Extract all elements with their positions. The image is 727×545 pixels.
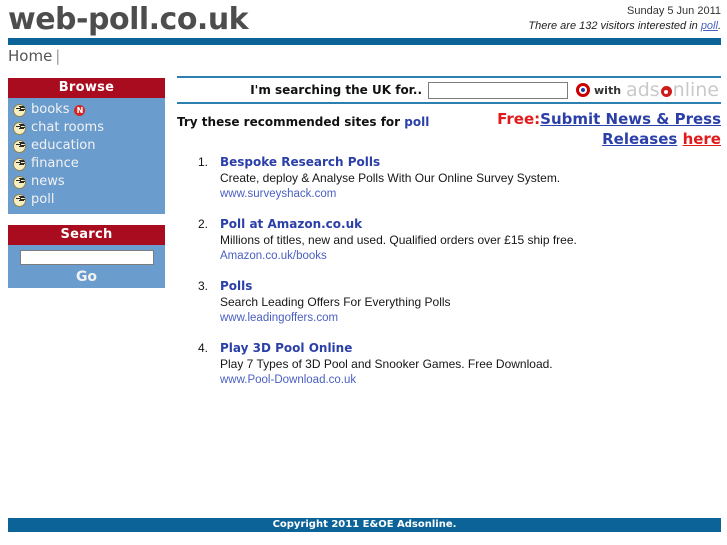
sidebar-item-finance[interactable]: finance xyxy=(8,155,165,173)
result-number: 4. xyxy=(198,341,209,355)
sidebar-item-news[interactable]: news xyxy=(8,173,165,191)
sidebar-item-label: poll xyxy=(31,192,55,207)
arrow-right-icon xyxy=(13,103,26,117)
result-description: Millions of titles, new and used. Qualif… xyxy=(220,233,577,247)
sidebar-search-input[interactable] xyxy=(19,250,154,265)
breadcrumb: Home | xyxy=(8,47,60,65)
sidebar-item-label: news xyxy=(31,174,65,189)
site-title: web-poll.co.uk xyxy=(8,2,249,37)
header-divider-bar xyxy=(8,38,721,45)
arrow-right-icon xyxy=(13,157,26,171)
promo-here-link[interactable]: here xyxy=(683,130,721,148)
promo-free-label: Free: xyxy=(497,110,541,128)
browse-panel-title: Browse xyxy=(8,78,165,98)
search-prompt-label: I'm searching the UK for.. xyxy=(250,83,423,97)
result-title-link[interactable]: Play 3D Pool Online xyxy=(220,341,721,355)
arrow-right-icon xyxy=(13,121,26,135)
search-panel: Search Go xyxy=(8,225,165,288)
brand-target-icon xyxy=(660,86,672,97)
result-url-link[interactable]: www.Pool-Download.co.uk xyxy=(220,373,721,387)
brand-text-part1: ads xyxy=(626,79,660,101)
brand-text-part2: nline xyxy=(672,79,719,101)
sidebar-item-label: chat rooms xyxy=(31,120,104,135)
new-badge-icon: N xyxy=(74,104,86,116)
promo-banner: Free:Submit News & Press Releases here xyxy=(421,109,721,149)
result-title-link[interactable]: Polls xyxy=(220,279,721,293)
visitor-suffix: . xyxy=(717,20,721,32)
nav-item-home[interactable]: Home xyxy=(8,47,52,65)
result-description: Create, deploy & Analyse Polls With Our … xyxy=(220,171,561,185)
result-url-link[interactable]: www.leadingoffers.com xyxy=(220,311,721,325)
arrow-right-icon xyxy=(13,175,26,189)
result-item: 2. Poll at Amazon.co.uk Millions of titl… xyxy=(198,217,721,263)
header-meta: Sunday 5 Jun 2011 There are 132 visitors… xyxy=(528,4,721,34)
arrow-right-icon xyxy=(13,139,26,153)
target-radio-icon[interactable] xyxy=(576,83,591,97)
nav-separator: | xyxy=(55,47,61,65)
result-description: Play 7 Types of 3D Pool and Snooker Game… xyxy=(220,357,553,371)
result-item: 3. Polls Search Leading Offers For Every… xyxy=(198,279,721,325)
result-title-link[interactable]: Bespoke Research Polls xyxy=(220,155,721,169)
sidebar-item-education[interactable]: education xyxy=(8,137,165,155)
sidebar-item-poll[interactable]: poll xyxy=(8,191,165,209)
with-label: with xyxy=(594,83,622,97)
result-title-link[interactable]: Poll at Amazon.co.uk xyxy=(220,217,721,231)
page-header: web-poll.co.uk Sunday 5 Jun 2011 There a… xyxy=(0,0,727,45)
main-search-bar: I'm searching the UK for.. with ads nline xyxy=(177,76,721,104)
arrow-right-icon xyxy=(13,193,26,207)
result-number: 3. xyxy=(198,279,209,293)
sidebar: Browse books N chat rooms education fina… xyxy=(8,78,165,299)
browse-panel: Browse books N chat rooms education fina… xyxy=(8,78,165,214)
page-footer: Copyright 2011 E&OE Adsonline. xyxy=(8,518,721,532)
result-number: 2. xyxy=(198,217,209,231)
result-item: 1. Bespoke Research Polls Create, deploy… xyxy=(198,155,721,201)
results-list: 1. Bespoke Research Polls Create, deploy… xyxy=(198,155,721,387)
search-panel-title: Search xyxy=(8,225,165,245)
sidebar-go-button[interactable]: Go xyxy=(8,269,165,285)
result-description: Search Leading Offers For Everything Pol… xyxy=(220,295,451,309)
sidebar-item-label: education xyxy=(31,138,96,153)
search-panel-body: Go xyxy=(8,245,165,288)
recommended-sites-heading: Try these recommended sites for poll xyxy=(177,115,429,129)
result-url-link[interactable]: Amazon.co.uk/books xyxy=(220,249,721,263)
visitor-count-line: There are 132 visitors interested in pol… xyxy=(528,19,721,34)
recommended-prefix: Try these recommended sites for xyxy=(177,115,405,129)
visitor-count-text: There are 132 visitors interested in xyxy=(528,20,701,32)
subheader-row: Try these recommended sites for poll Fre… xyxy=(177,110,721,153)
visitor-keyword-link[interactable]: poll xyxy=(701,20,718,32)
sidebar-item-books[interactable]: books N xyxy=(8,101,165,119)
result-item: 4. Play 3D Pool Online Play 7 Types of 3… xyxy=(198,341,721,387)
adsonline-logo: ads nline xyxy=(626,79,719,101)
sidebar-item-label: books xyxy=(31,102,70,117)
search-input[interactable] xyxy=(428,81,569,99)
result-number: 1. xyxy=(198,155,209,169)
result-url-link[interactable]: www.surveyshack.com xyxy=(220,187,721,201)
browse-panel-body: books N chat rooms education finance new… xyxy=(8,98,165,214)
main-content: I'm searching the UK for.. with ads nline… xyxy=(177,76,721,403)
sidebar-item-chat-rooms[interactable]: chat rooms xyxy=(8,119,165,137)
current-date: Sunday 5 Jun 2011 xyxy=(627,5,721,17)
sidebar-item-label: finance xyxy=(31,156,79,171)
